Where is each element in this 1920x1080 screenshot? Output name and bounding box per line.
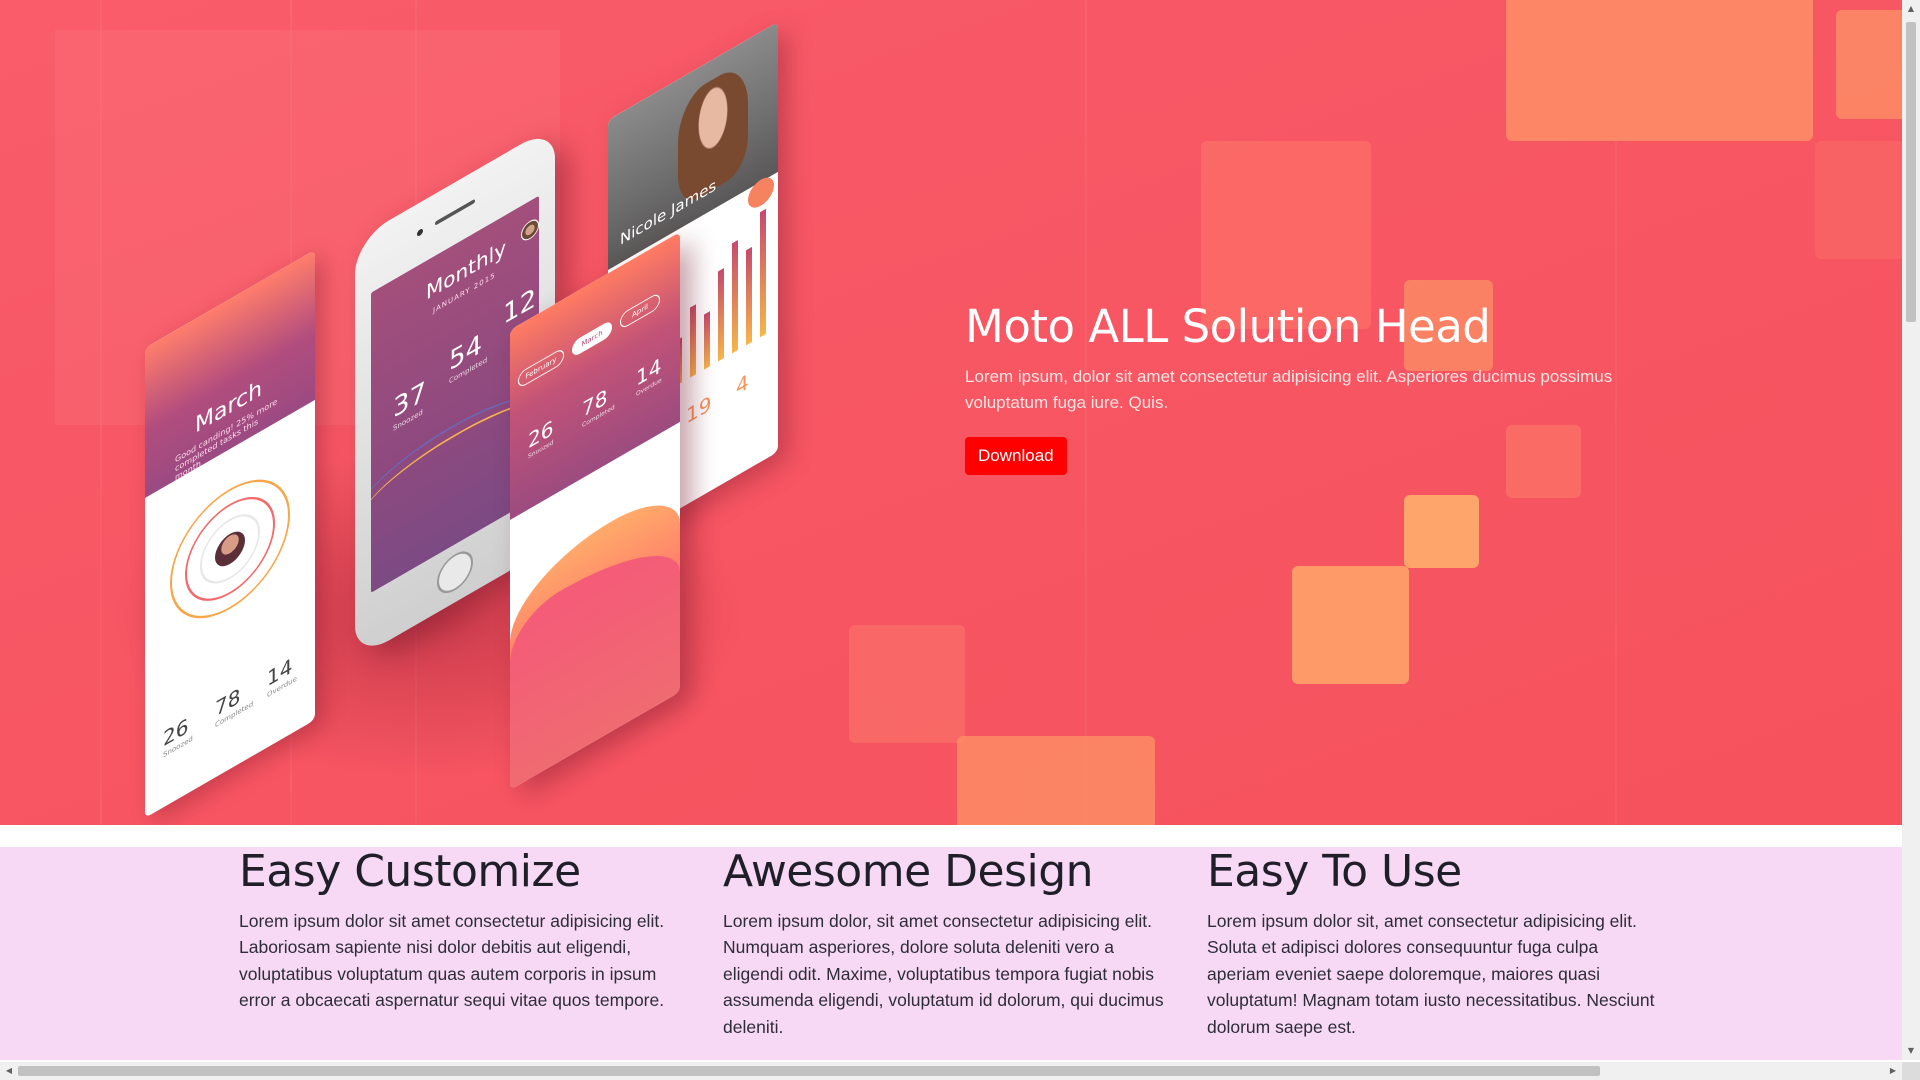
decor-square bbox=[1506, 0, 1813, 141]
scroll-right-icon[interactable]: ▶ bbox=[1884, 1062, 1902, 1080]
feature-title: Awesome Design bbox=[723, 847, 1094, 897]
vertical-scroll-thumb[interactable] bbox=[1906, 22, 1916, 322]
horizontal-scroll-thumb[interactable] bbox=[18, 1066, 1600, 1076]
decor-square bbox=[957, 736, 1155, 825]
scrollbar-corner bbox=[1902, 1062, 1920, 1080]
decor-square bbox=[1836, 10, 1902, 119]
phone-speaker bbox=[435, 198, 475, 226]
hero-description: Lorem ipsum, dolor sit amet consectetur … bbox=[965, 367, 1613, 413]
feature-card: Easy Customize Lorem ipsum dolor sit ame… bbox=[239, 847, 689, 1014]
chart-bar bbox=[746, 246, 752, 346]
screen-stat: 54 Completed bbox=[449, 328, 488, 386]
hero-title: Moto ALL Solution Head bbox=[965, 300, 1491, 353]
profile-stat: 19 bbox=[686, 390, 712, 429]
feature-title: Easy To Use bbox=[1207, 847, 1462, 897]
chart-bar bbox=[760, 208, 766, 338]
chart-bar bbox=[732, 239, 738, 354]
feature-text: Lorem ipsum dolor, sit amet consectetur … bbox=[723, 910, 1164, 1037]
vertical-scrollbar[interactable]: ▲ ▼ bbox=[1902, 0, 1920, 1060]
phone-home-button bbox=[437, 543, 473, 601]
hero-section: March Good canding! 25% more completed t… bbox=[0, 0, 1902, 825]
decor-square bbox=[1404, 495, 1479, 568]
bar-chart bbox=[676, 198, 776, 386]
scroll-left-icon[interactable]: ◀ bbox=[0, 1062, 18, 1080]
scroll-down-icon[interactable]: ▼ bbox=[1902, 1042, 1920, 1060]
hero-content: Moto ALL Solution Head Lorem ipsum, dolo… bbox=[965, 300, 1685, 475]
feature-card: Easy To Use Lorem ipsum dolor sit, amet … bbox=[1207, 847, 1657, 1041]
horizontal-scrollbar[interactable]: ◀ ▶ bbox=[0, 1062, 1902, 1080]
download-button[interactable]: Download bbox=[965, 436, 1067, 475]
stat-snoozed: 26 Snoozed bbox=[163, 712, 193, 760]
scroll-up-icon[interactable]: ▲ bbox=[1902, 0, 1920, 18]
feature-text: Lorem ipsum dolor sit, amet consectetur … bbox=[1207, 910, 1655, 1037]
decor-square bbox=[849, 625, 965, 743]
app-mockup-image: March Good canding! 25% more completed t… bbox=[100, 21, 820, 820]
chart-bar bbox=[690, 304, 696, 378]
chart-bar bbox=[704, 311, 710, 370]
decor-square bbox=[1815, 141, 1902, 259]
chart-bar bbox=[718, 268, 724, 362]
feature-title: Easy Customize bbox=[239, 847, 581, 897]
avatar bbox=[521, 215, 539, 245]
mockup-card-overview: February March April 26 Snoozed 78 Compl… bbox=[510, 231, 680, 790]
feature-card: Awesome Design Lorem ipsum dolor, sit am… bbox=[723, 847, 1173, 1041]
screen-stat: 37 Snoozed bbox=[393, 375, 427, 434]
mockup-card-march: March Good canding! 25% more completed t… bbox=[145, 249, 315, 818]
stat-completed: 78 Completed bbox=[215, 682, 254, 730]
card-header-band bbox=[145, 249, 315, 498]
stat-overdue: 14 Overdue bbox=[267, 652, 297, 700]
profile-stat: 4 bbox=[736, 368, 749, 401]
feature-text: Lorem ipsum dolor sit amet consectetur a… bbox=[239, 910, 665, 1011]
decor-square bbox=[1292, 566, 1409, 684]
features-section: Easy Customize Lorem ipsum dolor sit ame… bbox=[0, 847, 1902, 1060]
phone-camera bbox=[417, 227, 423, 238]
